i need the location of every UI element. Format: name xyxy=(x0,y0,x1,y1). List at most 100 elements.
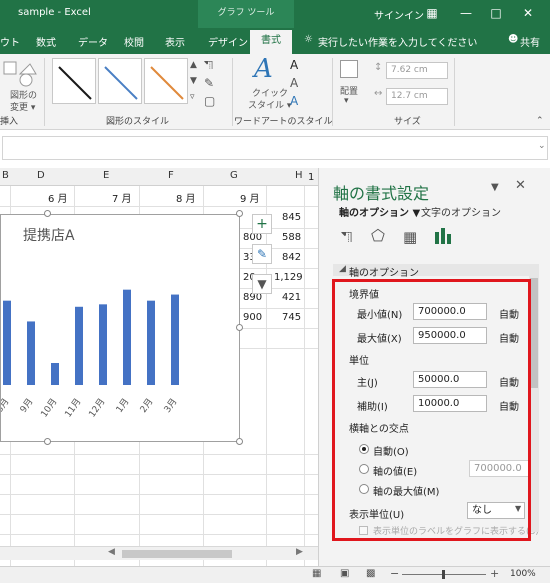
page-layout-icon[interactable]: ▣ xyxy=(340,568,349,579)
arrange-icon[interactable] xyxy=(340,60,358,78)
sheet-hscrollbar[interactable]: ◀ ▶ xyxy=(0,546,318,560)
column-headers: B D E F G H xyxy=(0,168,318,186)
x-tick-label: 2月 xyxy=(138,396,155,414)
effects-pentagon-icon[interactable]: ⬠ xyxy=(371,226,385,245)
chart-bar[interactable] xyxy=(75,306,83,385)
chart-plot[interactable]: 8月 9月 10月 11月 12月 1月 2月 3月 xyxy=(1,215,241,443)
tab-layout[interactable]: ウト xyxy=(0,34,20,49)
tab-design[interactable]: デザイン xyxy=(208,34,248,49)
column-header-e[interactable]: E xyxy=(103,170,109,181)
shape-style-swatch-2[interactable] xyxy=(98,58,142,104)
chart-bar[interactable] xyxy=(99,304,107,385)
expand-formula-icon[interactable]: ⌄ xyxy=(538,141,546,151)
gallery-up-icon[interactable]: ▲ xyxy=(190,60,197,70)
collapse-ribbon-icon[interactable]: ⌃ xyxy=(536,116,544,126)
minimize-icon[interactable]: — xyxy=(456,4,476,22)
change-shape-label-2[interactable]: 変更 ▾ xyxy=(10,100,35,113)
quick-styles-label-2[interactable]: スタイル ▾ xyxy=(248,98,291,111)
tab-formulas[interactable]: 数式 xyxy=(36,34,56,49)
text-fill-icon[interactable]: A xyxy=(290,58,298,72)
scroll-thumb[interactable] xyxy=(122,550,232,558)
resize-handle[interactable] xyxy=(236,438,243,445)
maximize-icon[interactable]: □ xyxy=(486,4,506,22)
wordart-a-icon[interactable]: A xyxy=(254,54,273,84)
resize-handle[interactable] xyxy=(44,210,51,217)
chart-bar[interactable] xyxy=(123,289,131,385)
axis-options-bar-icon[interactable] xyxy=(433,226,453,244)
column-header-h[interactable]: H xyxy=(295,170,303,181)
size-properties-icon[interactable]: ▦ xyxy=(403,228,417,246)
lightbulb-icon: ☼ xyxy=(304,34,313,45)
insert-group-label: 挿入 xyxy=(0,117,19,127)
resize-handle[interactable] xyxy=(236,324,243,331)
scroll-left-icon[interactable]: ◀ xyxy=(108,547,115,557)
zoom-slider-thumb[interactable] xyxy=(442,570,445,579)
zoom-in-icon[interactable]: + xyxy=(490,567,499,580)
zoom-level[interactable]: 100% xyxy=(510,569,536,579)
shape-icon[interactable] xyxy=(2,60,38,88)
resize-handle[interactable] xyxy=(236,210,243,217)
shape-effects-icon[interactable]: ▢ xyxy=(204,94,215,108)
gallery-down-icon[interactable]: ▼ xyxy=(190,76,197,86)
chart-bar[interactable] xyxy=(171,294,179,385)
tab-data[interactable]: データ xyxy=(78,34,108,49)
x-tick-label: 12月 xyxy=(87,396,108,419)
cell-value: 1,129 xyxy=(274,272,303,283)
pane-close-icon[interactable]: ✕ xyxy=(515,178,526,193)
signin-link[interactable]: サインイン xyxy=(374,7,424,22)
tell-me-search[interactable]: 実行したい作業を入力してください xyxy=(318,34,477,49)
group-divider xyxy=(44,58,45,126)
tab-axis-options[interactable]: 軸のオプション ▼ xyxy=(339,204,420,219)
pane-options-icon[interactable]: ▼ xyxy=(491,182,499,193)
chart-elements-plus-icon[interactable]: + xyxy=(252,214,272,234)
fill-line-icon[interactable]: ⛠ xyxy=(341,228,353,248)
cell-value: 9 月 xyxy=(240,194,260,205)
cell-value: 6 月 xyxy=(48,194,68,205)
ribbon-display-icon[interactable]: ▦ xyxy=(422,4,442,22)
scroll-right-icon[interactable]: ▶ xyxy=(296,547,303,557)
shape-style-swatch-3[interactable] xyxy=(144,58,188,104)
chart-area[interactable]: 提携店A 8月 9月 10月 11月 12月 1月 2月 3月 xyxy=(0,214,240,442)
chart-bar[interactable] xyxy=(27,321,35,385)
zoom-out-icon[interactable]: − xyxy=(390,567,399,580)
text-outline-icon[interactable]: A xyxy=(290,76,298,90)
column-header-d[interactable]: D xyxy=(37,170,45,181)
chart-filter-icon[interactable]: ▼ xyxy=(252,274,272,294)
column-header-g[interactable]: G xyxy=(230,170,238,181)
tab-text-options[interactable]: 文字のオプション xyxy=(421,204,501,219)
cell-value: 845 xyxy=(282,212,302,223)
page-break-icon[interactable]: ▩ xyxy=(366,568,375,579)
resize-handle[interactable] xyxy=(44,438,51,445)
height-field[interactable]: 7.62 cm xyxy=(386,62,448,79)
chart-styles-brush-icon[interactable]: ✎ xyxy=(252,244,272,264)
person-icon: ☻ xyxy=(508,34,519,45)
column-header-f[interactable]: F xyxy=(168,170,174,181)
normal-view-icon[interactable]: ▦ xyxy=(312,568,321,579)
tab-format[interactable]: 書式 xyxy=(250,30,292,54)
cell-value: 588 xyxy=(282,232,302,243)
formula-input[interactable] xyxy=(2,136,548,160)
section-header[interactable]: 軸のオプション xyxy=(349,264,419,279)
width-field[interactable]: 12.7 cm xyxy=(386,88,448,105)
size-group-label: サイズ xyxy=(394,117,421,127)
chart-bar[interactable] xyxy=(51,363,59,385)
text-effects-icon[interactable]: A xyxy=(290,94,298,108)
tab-view[interactable]: 表示 xyxy=(165,34,185,49)
height-icon: ↕ xyxy=(374,62,383,73)
tab-review[interactable]: 校閲 xyxy=(124,34,144,49)
shape-fill-icon[interactable]: ⛠ xyxy=(204,58,213,74)
pane-scroll-thumb[interactable] xyxy=(530,278,538,388)
close-icon[interactable]: ✕ xyxy=(518,4,538,22)
shape-style-swatch-1[interactable] xyxy=(52,58,96,104)
column-header-b[interactable]: B xyxy=(2,170,9,181)
gallery-more-icon[interactable]: ▿ xyxy=(190,92,195,102)
arrange-button[interactable]: 配置 xyxy=(340,84,358,97)
chart-tools-header: グラフ ツール xyxy=(198,0,294,28)
chart-bar[interactable] xyxy=(3,300,11,385)
expand-arrow-icon[interactable]: ◢ xyxy=(339,264,346,274)
share-button[interactable]: 共有 xyxy=(520,34,540,49)
arrange-dropdown-icon[interactable]: ▾ xyxy=(344,96,349,106)
x-tick-label: 8月 xyxy=(1,396,11,414)
chart-bar[interactable] xyxy=(147,300,155,385)
shape-outline-icon[interactable]: ✎ xyxy=(204,76,214,90)
